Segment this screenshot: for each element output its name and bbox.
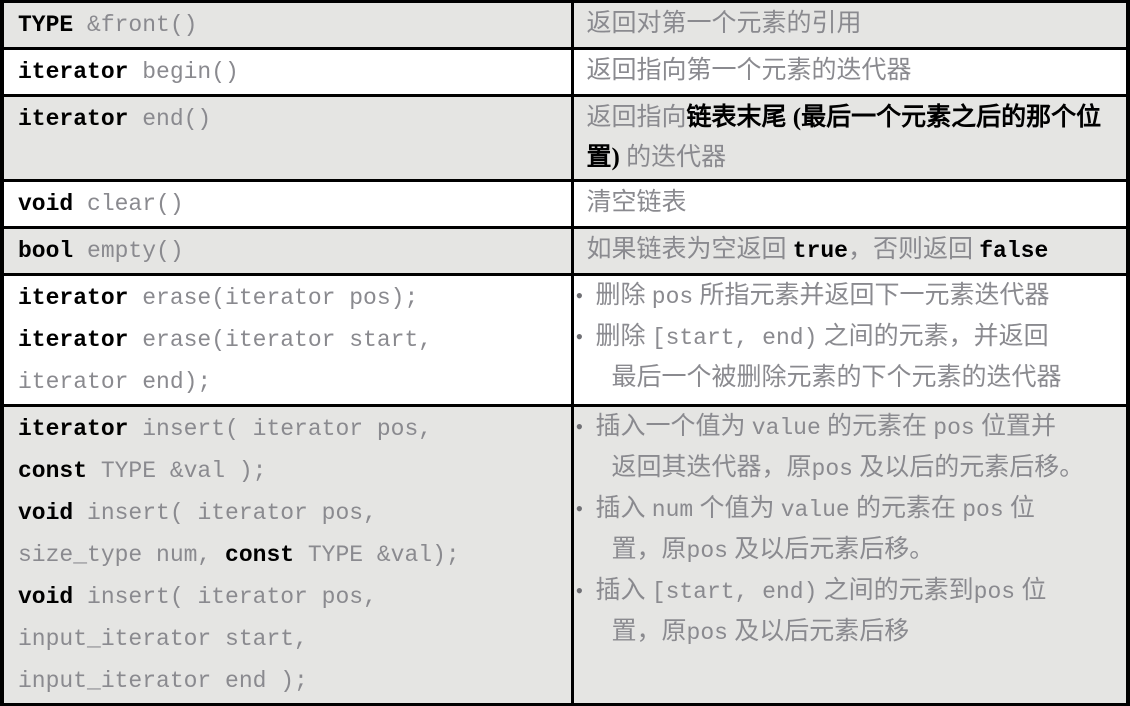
function-signature: TYPE &front() [18, 12, 198, 38]
function-signature: iterator begin() [18, 59, 239, 85]
function-description: 返回对第一个元素的引用 [586, 10, 862, 37]
signature-cell: iterator end() [2, 95, 574, 181]
function-signature: iterator erase(iterator pos); iterator e… [18, 285, 433, 395]
signature-cell: iterator begin() [2, 48, 574, 96]
table-row: iterator erase(iterator pos); iterator e… [2, 274, 1128, 406]
function-description: 返回指向第一个元素的迭代器 [586, 57, 912, 84]
signature-cell: iterator insert( iterator pos, const TYP… [2, 405, 574, 705]
description-cell: 清空链表 [572, 180, 1128, 228]
table-row: bool empty() 如果链表为空返回 true，否则返回 false [2, 227, 1128, 275]
table-row: iterator begin() 返回指向第一个元素的迭代器 [2, 48, 1128, 96]
list-item: 插入 num 个值为 value 的元素在 pos 位置，原pos 及以后元素后… [574, 489, 1127, 571]
function-signature: void clear() [18, 191, 184, 217]
description-cell: 返回指向第一个元素的迭代器 [572, 48, 1128, 96]
api-reference-table: TYPE &front() 返回对第一个元素的引用 iterator begin… [0, 0, 1130, 706]
function-description-list: 插入一个值为 value 的元素在 pos 位置并返回其迭代器，原pos 及以后… [574, 407, 1127, 653]
function-description: 如果链表为空返回 true，否则返回 false [586, 236, 1049, 264]
description-cell: 返回指向链表末尾 (最后一个元素之后的那个位置) 的迭代器 [572, 95, 1128, 181]
api-table-body: TYPE &front() 返回对第一个元素的引用 iterator begin… [2, 1, 1128, 705]
signature-cell: iterator erase(iterator pos); iterator e… [2, 274, 574, 406]
function-description: 返回指向链表末尾 (最后一个元素之后的那个位置) 的迭代器 [586, 104, 1102, 171]
table-row: iterator insert( iterator pos, const TYP… [2, 405, 1128, 705]
function-description: 清空链表 [586, 189, 687, 216]
table-row: iterator end() 返回指向链表末尾 (最后一个元素之后的那个位置) … [2, 95, 1128, 181]
table-row: void clear() 清空链表 [2, 180, 1128, 228]
description-cell: 插入一个值为 value 的元素在 pos 位置并返回其迭代器，原pos 及以后… [572, 405, 1128, 705]
function-signature: iterator end() [18, 106, 212, 132]
signature-cell: void clear() [2, 180, 574, 228]
list-item: 插入一个值为 value 的元素在 pos 位置并返回其迭代器，原pos 及以后… [574, 407, 1127, 489]
list-item: 插入 [start, end) 之间的元素到pos 位置，原pos 及以后元素后… [574, 571, 1127, 653]
signature-cell: TYPE &front() [2, 1, 574, 49]
description-cell: 返回对第一个元素的引用 [572, 1, 1128, 49]
function-signature: iterator insert( iterator pos, const TYP… [18, 416, 460, 694]
signature-cell: bool empty() [2, 227, 574, 275]
list-item: 删除 pos 所指元素并返回下一元素迭代器 [574, 276, 1127, 317]
description-cell: 删除 pos 所指元素并返回下一元素迭代器删除 [start, end) 之间的… [572, 274, 1128, 406]
list-item: 删除 [start, end) 之间的元素，并返回最后一个被删除元素的下个元素的… [574, 317, 1127, 397]
description-cell: 如果链表为空返回 true，否则返回 false [572, 227, 1128, 275]
function-description-list: 删除 pos 所指元素并返回下一元素迭代器删除 [start, end) 之间的… [574, 276, 1127, 397]
table-row: TYPE &front() 返回对第一个元素的引用 [2, 1, 1128, 49]
function-signature: bool empty() [18, 238, 184, 264]
